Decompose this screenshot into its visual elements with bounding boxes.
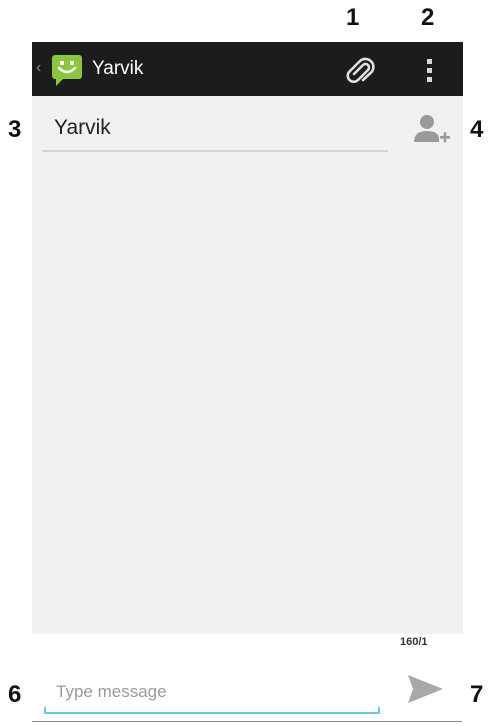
recipient-field[interactable]: Yarvik: [42, 110, 388, 152]
callout-1: 1: [346, 4, 360, 31]
recipient-value: Yarvik: [54, 116, 111, 139]
conversation-title[interactable]: Yarvik: [92, 58, 143, 80]
messaging-screen: ‹ Yarvik Yarvik: [32, 42, 463, 634]
callout-6: 6: [8, 681, 22, 708]
callout-4: 4: [470, 116, 484, 143]
overflow-menu-icon[interactable]: [418, 54, 442, 86]
compose-message-input[interactable]: [46, 674, 376, 710]
send-icon[interactable]: [405, 672, 445, 706]
compose-input-underline: [44, 707, 380, 714]
callout-7: 7: [470, 681, 484, 708]
message-thread-area: [32, 154, 463, 634]
add-contact-icon[interactable]: [412, 112, 450, 148]
paperclip-icon[interactable]: [343, 53, 377, 87]
callout-3: 3: [8, 116, 22, 143]
up-caret-icon[interactable]: ‹: [36, 59, 41, 77]
messaging-smiley-icon[interactable]: [50, 53, 84, 87]
bottom-divider: [32, 721, 462, 722]
callout-2: 2: [421, 4, 435, 31]
action-bar: ‹ Yarvik: [32, 42, 463, 96]
character-counter: 160/1: [400, 636, 428, 648]
